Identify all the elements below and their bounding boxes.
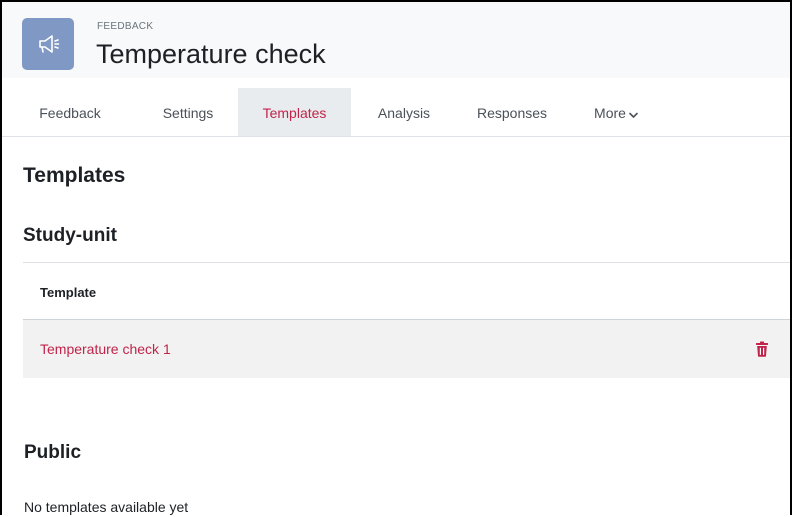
tab-templates-label: Templates (262, 105, 327, 121)
secondary-navigation: Feedback Settings Templates Analysis Res… (2, 88, 790, 137)
tab-settings[interactable]: Settings (148, 88, 228, 136)
page-heading: Templates (23, 164, 126, 187)
tab-feedback[interactable]: Feedback (24, 88, 116, 136)
study-unit-templates-table: Template Temperature check 1 (23, 262, 790, 378)
table-row: Temperature check 1 (23, 320, 790, 378)
public-heading: Public (24, 442, 82, 463)
chevron-down-icon (629, 89, 638, 139)
page-header: FEEDBACK Temperature check (2, 2, 790, 78)
tab-analysis-label: Analysis (377, 105, 431, 121)
tab-responses-label: Responses (476, 105, 548, 121)
tab-settings-label: Settings (162, 105, 214, 121)
column-header-template: Template (40, 285, 97, 300)
megaphone-icon (39, 35, 60, 53)
tab-more-label: More (594, 105, 626, 121)
study-unit-heading: Study-unit (23, 225, 117, 246)
activity-type-label: FEEDBACK (97, 21, 154, 32)
activity-icon-badge (22, 18, 74, 70)
tab-more[interactable]: More (580, 88, 652, 136)
empty-state-message: No templates available yet (24, 499, 189, 515)
template-link[interactable]: Temperature check 1 (40, 341, 171, 357)
tab-analysis[interactable]: Analysis (364, 88, 444, 136)
trash-icon[interactable] (755, 341, 769, 357)
page-frame: FEEDBACK Temperature check Feedback Sett… (0, 0, 792, 515)
page-title: Temperature check (96, 39, 326, 69)
table-header-row: Template (23, 262, 790, 320)
tab-feedback-label: Feedback (39, 105, 101, 121)
tab-templates[interactable]: Templates (238, 88, 351, 136)
tab-responses[interactable]: Responses (462, 88, 562, 136)
